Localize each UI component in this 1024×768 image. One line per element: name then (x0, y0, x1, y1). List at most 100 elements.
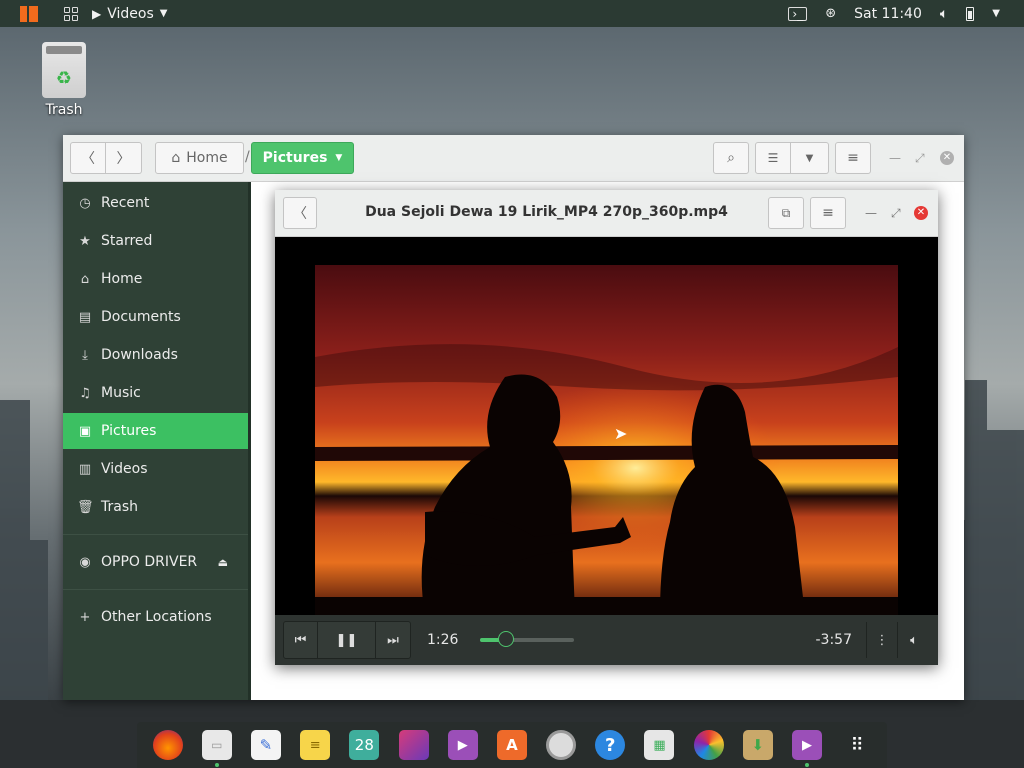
sidebar-item-recent[interactable]: ◷ Recent (63, 185, 248, 221)
show-apps-button[interactable]: ⠿ (841, 730, 871, 760)
active-app-menu[interactable]: ▶ Videos ▼ (92, 6, 167, 22)
search-button[interactable]: ⌕ (713, 142, 749, 174)
software-center-launcher[interactable]: A (496, 730, 527, 760)
download-icon: ⬇ (751, 736, 765, 754)
battery-icon[interactable] (966, 6, 975, 21)
playback-controls: ⏮ ❚❚ ⏭ 1:26 -3:57 ⋮ 🔈︎ (275, 615, 938, 665)
sidebar-item-home[interactable]: ⌂ Home (63, 261, 248, 297)
sidebar-item-starred[interactable]: ★ Starred (63, 223, 248, 259)
notes-launcher[interactable]: ≡ (300, 730, 331, 760)
skip-back-icon: ⏮ (294, 632, 307, 648)
sidebar-item-label: Downloads (101, 347, 178, 363)
breadcrumb-home[interactable]: ⌂ Home (155, 142, 244, 174)
sidebar-divider (63, 589, 248, 590)
back-button[interactable]: 〈 (283, 197, 317, 229)
picture-in-picture-icon: ⧉ (781, 205, 791, 220)
breadcrumb-pictures-label: Pictures (262, 150, 328, 166)
breadcrumb-pictures[interactable]: Pictures ▼ (251, 142, 354, 174)
notes-icon: ≡ (309, 737, 321, 753)
vertical-dots-icon: ⋮ (875, 632, 889, 648)
videos-running-launcher[interactable]: ▶ (792, 730, 823, 767)
help-launcher[interactable]: ? (595, 730, 626, 760)
desktop-trash[interactable]: ♻ Trash (36, 42, 92, 118)
screenshot-launcher[interactable] (546, 730, 577, 760)
sidebar-item-label: Starred (101, 233, 153, 249)
sidebar-divider (63, 534, 248, 535)
help-icon: ? (605, 734, 616, 756)
sidebar-item-oppo-driver[interactable]: ◉ OPPO DRIVER ⏏ (63, 544, 248, 580)
skip-forward-button[interactable]: ⏭ (376, 622, 410, 658)
files-launcher[interactable]: ▭ (201, 730, 232, 767)
sidebar-item-trash[interactable]: 🗑︎ Trash (63, 489, 248, 525)
main-menu-button[interactable]: ≡ (835, 142, 871, 174)
back-button[interactable]: 〈 (70, 142, 106, 174)
search-icon: ⌕ (727, 150, 735, 166)
breadcrumb-home-label: Home (186, 150, 228, 166)
close-icon[interactable]: ✕ (940, 151, 954, 165)
sidebar-item-label: Home (101, 271, 143, 287)
view-options-button[interactable]: ▼ (791, 142, 829, 174)
active-app-name: Videos (107, 5, 154, 22)
app-grid-icon[interactable] (64, 6, 78, 21)
sidebar-item-other-locations[interactable]: + Other Locations (63, 599, 248, 635)
sidebar-item-downloads[interactable]: ⤓ Downloads (63, 337, 248, 373)
maximize-icon[interactable]: ⤢ (891, 206, 901, 221)
more-options-button[interactable]: ⋮ (866, 622, 898, 658)
color-picker-launcher[interactable] (693, 730, 724, 760)
sunset-couple-video-frame (275, 237, 938, 615)
image-viewer-launcher[interactable] (398, 730, 429, 760)
volume-icon[interactable]: 🔈︎ (940, 6, 948, 22)
forward-button[interactable]: 〉 (106, 142, 142, 174)
distro-logo-icon[interactable] (20, 5, 40, 22)
music-icon: ♫ (79, 385, 91, 401)
calendar-launcher[interactable]: 28 (349, 730, 380, 760)
seek-slider-knob[interactable] (497, 631, 514, 647)
picture-in-picture-button[interactable]: ⧉ (768, 197, 804, 229)
sidebar-item-documents[interactable]: ▤ Documents (63, 299, 248, 335)
system-monitor-launcher[interactable]: ▦ (644, 730, 675, 760)
skip-forward-icon: ⏭ (387, 632, 399, 648)
video-menu-button[interactable]: ≡ (810, 197, 846, 229)
sidebar-item-videos[interactable]: ▥ Videos (63, 451, 248, 487)
firefox-launcher[interactable] (152, 730, 183, 760)
play-icon: ▶ (92, 6, 102, 21)
close-icon[interactable]: ✕ (914, 206, 928, 220)
chevron-left-icon: 〈 (293, 206, 307, 222)
sidebar-item-label: Recent (101, 195, 150, 211)
home-icon: ⌂ (80, 271, 90, 287)
home-icon: ⌂ (171, 150, 181, 166)
text-editor-launcher[interactable]: ✎ (250, 730, 281, 760)
folder-icon: ▭ (211, 738, 223, 752)
video-frame[interactable]: ➤ (275, 237, 938, 615)
list-view-button[interactable]: ☰ (755, 142, 791, 174)
chevron-left-icon: 〈 (81, 151, 95, 167)
app-store-icon: A (506, 736, 518, 754)
minimize-icon[interactable]: — (865, 206, 877, 220)
video-player-window: 〈 Dua Sejoli Dewa 19 Lirik_MP4 270p_360p… (275, 190, 938, 665)
volume-icon: 🔈︎ (910, 632, 918, 648)
seek-slider[interactable] (480, 631, 575, 647)
maximize-icon[interactable]: ⤢ (915, 151, 925, 166)
skip-back-button[interactable]: ⏮ (284, 622, 318, 658)
archive-manager-launcher[interactable]: ⬇ (742, 730, 773, 760)
hamburger-menu-icon: ≡ (847, 150, 859, 166)
pause-button[interactable]: ❚❚ (318, 622, 376, 658)
plus-icon: + (79, 609, 91, 625)
sidebar-item-label: Other Locations (101, 609, 212, 625)
sidebar-item-label: Documents (101, 309, 181, 325)
terminal-icon[interactable]: ›_ (788, 6, 808, 21)
privacy-icon[interactable]: ⊛ (825, 6, 836, 21)
eject-icon[interactable]: ⏏ (218, 556, 228, 569)
app-grid-icon: ⠿ (850, 734, 864, 756)
running-indicator (214, 763, 219, 767)
clock[interactable]: Sat 11:40 (854, 6, 922, 22)
minimize-icon[interactable]: — (889, 151, 901, 165)
disc-icon: ◉ (79, 554, 91, 570)
videos-launcher[interactable]: ▶ (447, 730, 478, 760)
sidebar-item-pictures[interactable]: ▣ Pictures (63, 413, 248, 449)
volume-button[interactable]: 🔈︎ (898, 622, 930, 658)
sidebar-item-music[interactable]: ♫ Music (63, 375, 248, 411)
power-menu-icon[interactable]: ▼ (992, 8, 1000, 19)
breadcrumb-separator: / (245, 149, 250, 165)
chevron-down-icon: ▼ (159, 8, 168, 19)
